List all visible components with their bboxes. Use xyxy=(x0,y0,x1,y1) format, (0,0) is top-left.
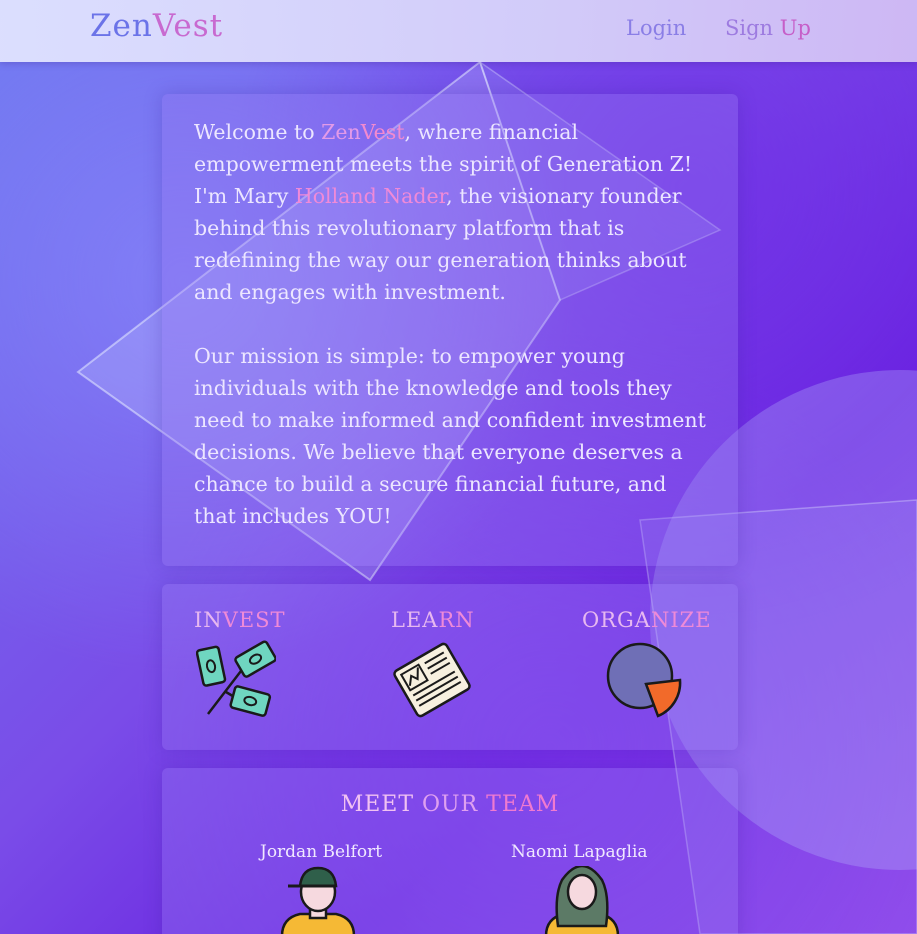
feature-title-part: LEA xyxy=(391,608,439,632)
woman-with-hijab-icon[interactable] xyxy=(542,866,622,934)
team-title-part: OUR xyxy=(422,792,487,817)
feature-title-part: ORGA xyxy=(582,608,651,632)
team-title-part: TEAM xyxy=(486,792,560,817)
team-card: MEET OUR TEAM Jordan Belfort Naomi Lapag… xyxy=(162,768,738,934)
signup-text-up: Up xyxy=(779,16,811,40)
team-section-title: MEET OUR TEAM xyxy=(162,792,738,817)
money-tree-icon[interactable] xyxy=(196,640,276,720)
top-navbar: ZenVest Login Sign Up xyxy=(0,0,917,62)
features-card: INVEST LEARN ORGANIZE xyxy=(162,584,738,750)
signup-text-sign: Sign xyxy=(725,16,780,40)
signup-link[interactable]: Sign Up xyxy=(725,16,811,40)
founder-name: Holland Nader xyxy=(294,184,447,208)
logo-text-vest: Vest xyxy=(152,8,224,44)
brand-zen: Zen xyxy=(321,120,361,144)
feature-learn-title[interactable]: LEARN xyxy=(391,608,475,632)
brand-vest: Vest xyxy=(360,120,405,144)
pie-chart-icon[interactable] xyxy=(606,640,686,720)
feature-invest-title[interactable]: INVEST xyxy=(194,608,286,632)
zenvest-logo[interactable]: ZenVest xyxy=(90,8,223,44)
feature-title-part: RN xyxy=(438,608,475,632)
intro-paragraph-1: Welcome to ZenVest, where financial empo… xyxy=(194,116,714,308)
feature-title-part: VEST xyxy=(222,608,286,632)
intro-card: Welcome to ZenVest, where financial empo… xyxy=(162,94,738,566)
man-with-cap-icon[interactable] xyxy=(278,866,358,934)
feature-title-part: NIZE xyxy=(650,608,712,632)
feature-title-part: IN xyxy=(194,608,223,632)
logo-text-zen: Zen xyxy=(90,8,153,44)
team-member-name: Naomi Lapaglia xyxy=(511,842,648,862)
team-member-name: Jordan Belfort xyxy=(260,842,383,862)
intro-text: Welcome to ZenVest, where financial empo… xyxy=(194,116,714,564)
feature-organize-title[interactable]: ORGANIZE xyxy=(582,608,712,632)
newspaper-icon[interactable] xyxy=(392,640,472,720)
team-title-part: MEET xyxy=(340,792,422,817)
login-link[interactable]: Login xyxy=(626,16,686,40)
intro-paragraph-2: Our mission is simple: to empower young … xyxy=(194,344,706,528)
intro-text-segment: Welcome to xyxy=(194,120,322,144)
